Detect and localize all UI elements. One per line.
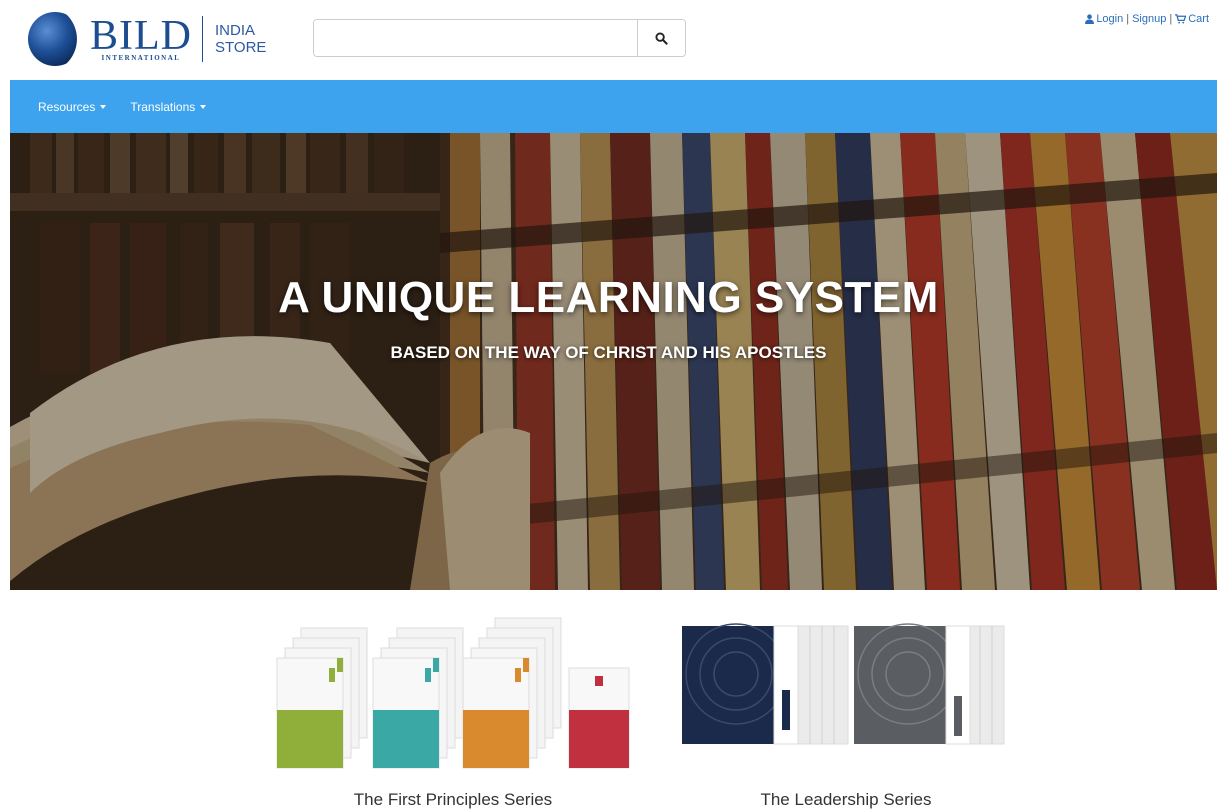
nav-item-translations[interactable]: Translations xyxy=(130,100,207,114)
link-separator: | xyxy=(1169,13,1173,25)
series-first-principles[interactable]: The First Principles Series xyxy=(273,610,633,810)
account-links: Login | Signup | Cart xyxy=(1085,13,1209,25)
search-input[interactable] xyxy=(314,20,637,56)
cart-icon xyxy=(1175,14,1187,24)
hero-title: A UNIQUE LEARNING SYSTEM xyxy=(278,273,939,322)
logo-divider xyxy=(202,16,203,62)
series-leadership[interactable]: The Leadership Series xyxy=(666,610,1026,810)
search-icon xyxy=(655,31,668,45)
store-label: INDIA STORE xyxy=(215,22,267,56)
bild-logo[interactable]: BILD INTERNATIONAL INDIA STORE xyxy=(26,10,266,68)
series-title[interactable]: The Leadership Series xyxy=(760,790,931,810)
login-link[interactable]: Login xyxy=(1085,13,1123,25)
search-button[interactable] xyxy=(637,20,685,56)
hero-subtitle: BASED ON THE WAY OF CHRIST AND HIS APOST… xyxy=(390,343,827,362)
search-bar xyxy=(313,19,686,57)
chevron-down-icon xyxy=(100,104,107,109)
user-icon xyxy=(1085,14,1095,24)
signup-link[interactable]: Signup xyxy=(1132,13,1166,25)
nav-item-resources[interactable]: Resources xyxy=(38,100,107,114)
cart-link[interactable]: Cart xyxy=(1175,13,1209,25)
globe-logo-icon xyxy=(28,12,83,66)
first-principles-books-image[interactable] xyxy=(273,610,633,780)
chevron-down-icon xyxy=(200,104,207,109)
logo-tagline: INTERNATIONAL xyxy=(101,54,181,62)
site-header: BILD INTERNATIONAL INDIA STORE Login | S… xyxy=(0,0,1217,80)
main-nav: Resources Translations xyxy=(10,80,1217,133)
logo-wordmark: BILD xyxy=(90,13,192,59)
hero-banner: A UNIQUE LEARNING SYSTEM BASED ON THE WA… xyxy=(10,133,1217,590)
leadership-books-image[interactable] xyxy=(666,610,1026,780)
link-separator: | xyxy=(1126,13,1130,25)
series-title[interactable]: The First Principles Series xyxy=(354,790,552,810)
